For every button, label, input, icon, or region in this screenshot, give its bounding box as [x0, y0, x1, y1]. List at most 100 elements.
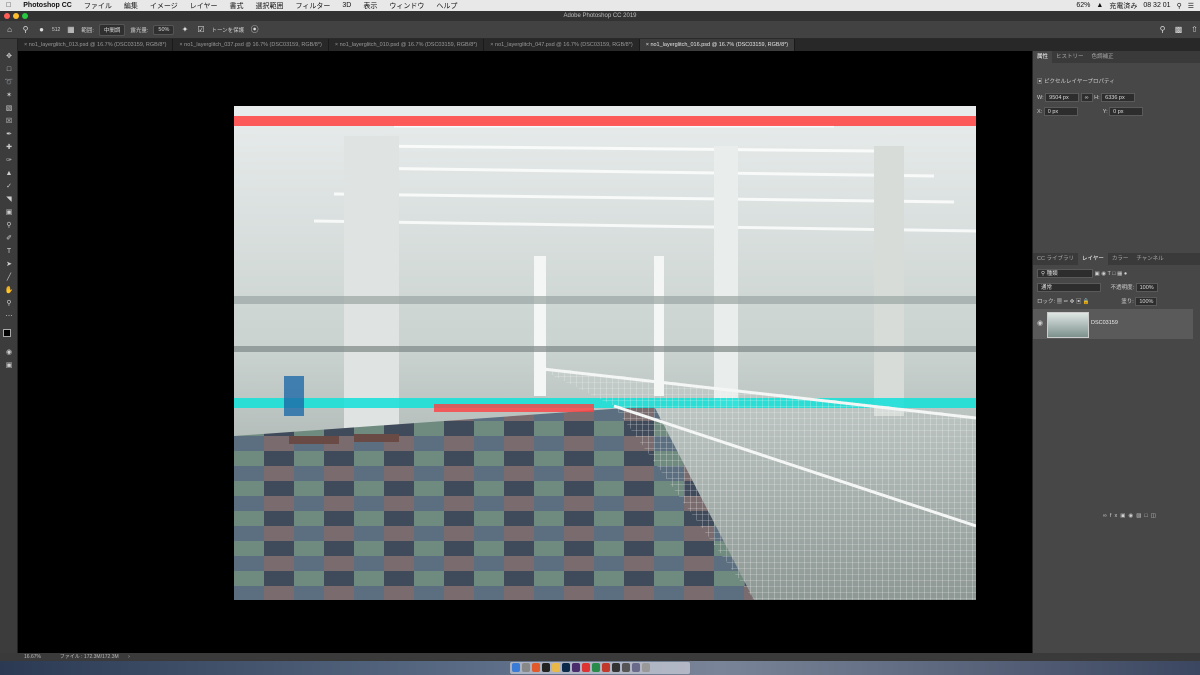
height-input[interactable]: 6336 px	[1101, 93, 1136, 102]
downloads-icon[interactable]	[632, 663, 640, 672]
line-tool-icon[interactable]: ╱	[3, 272, 15, 283]
document-image[interactable]	[234, 106, 976, 600]
history-brush-tool-icon[interactable]: ✓	[3, 181, 15, 192]
screen-mode-icon[interactable]: ▣	[3, 360, 15, 371]
tab-color[interactable]: カラー	[1108, 253, 1133, 265]
doc-tab[interactable]: × no1_layerglitch_013.psd @ 16.7% (DSC03…	[18, 39, 174, 51]
music-icon[interactable]	[582, 663, 590, 672]
notes-icon[interactable]	[552, 663, 560, 672]
doc-tab[interactable]: × no1_layerglitch_047.psd @ 16.7% (DSC03…	[484, 39, 640, 51]
app-icon[interactable]	[622, 663, 630, 672]
status-arrow-icon[interactable]: ›	[128, 654, 130, 660]
doc-tab[interactable]: × no1_layerglitch_010.psd @ 16.7% (DSC03…	[329, 39, 485, 51]
eyedropper-tool-icon[interactable]: ✒	[3, 129, 15, 140]
apple-icon[interactable]: 	[0, 2, 17, 9]
marquee-tool-icon[interactable]: □	[3, 64, 15, 75]
lock-icons[interactable]: ▦ ✑ ✥ ▣ 🔒	[1057, 299, 1090, 305]
more-tools-icon[interactable]: ⋯	[3, 311, 15, 322]
menu-select[interactable]: 選択範囲	[250, 1, 290, 11]
link-layers-icon[interactable]: ∞	[1103, 513, 1110, 519]
brush-tool-icon[interactable]: ✑	[3, 155, 15, 166]
menu-app-name[interactable]: Photoshop CC	[17, 2, 78, 9]
dodge-tool-icon[interactable]: ⚲	[20, 24, 31, 35]
firefox-icon[interactable]	[532, 663, 540, 672]
trash-icon[interactable]: ◫	[1151, 513, 1159, 519]
layer-filter-select[interactable]: ⚲ 種類	[1037, 269, 1093, 278]
minimize-window-button[interactable]	[13, 13, 19, 19]
pen-tool-icon[interactable]: ✐	[3, 233, 15, 244]
eraser-tool-icon[interactable]: ◥	[3, 194, 15, 205]
canvas-area[interactable]	[18, 51, 1032, 653]
doc-tab-active[interactable]: × no1_layerglitch_016.psd @ 16.7% (DSC03…	[639, 39, 796, 51]
dodge-tool-icon[interactable]: ⚲	[3, 220, 15, 231]
home-icon[interactable]: ⌂	[4, 24, 15, 35]
menu-3d[interactable]: 3D	[336, 2, 357, 9]
healing-tool-icon[interactable]: ✚	[3, 142, 15, 153]
protect-tones-checkbox[interactable]: ☑	[195, 24, 206, 35]
menu-view[interactable]: 表示	[357, 1, 383, 11]
app-icon[interactable]	[612, 663, 620, 672]
finder-icon[interactable]	[512, 663, 520, 672]
pressure-icon[interactable]: ⦿	[249, 24, 260, 35]
brush-preset-icon[interactable]: ●	[36, 24, 47, 35]
fill-input[interactable]: 100%	[1135, 297, 1158, 306]
menu-list-icon[interactable]: ☰	[1188, 2, 1194, 10]
premiere-icon[interactable]	[572, 663, 580, 672]
stamp-tool-icon[interactable]: ▲	[3, 168, 15, 179]
menu-image[interactable]: イメージ	[144, 1, 184, 11]
menu-layer[interactable]: レイヤー	[184, 1, 224, 11]
lasso-tool-icon[interactable]: ➰	[3, 77, 15, 88]
exposure-input[interactable]: 50%	[153, 24, 175, 35]
photoshop-icon[interactable]	[562, 663, 570, 672]
launchpad-icon[interactable]	[522, 663, 530, 672]
range-select[interactable]: 中間調	[98, 23, 126, 36]
tab-adjustments[interactable]: 色調補正	[1088, 51, 1118, 63]
terminal-icon[interactable]	[542, 663, 550, 672]
frame-tool-icon[interactable]: ☒	[3, 116, 15, 127]
tab-layers[interactable]: レイヤー	[1077, 253, 1108, 265]
tab-properties[interactable]: 属性	[1033, 51, 1053, 63]
menu-window[interactable]: ウィンドウ	[383, 1, 430, 11]
zoom-level[interactable]: 16.67%	[24, 654, 41, 660]
brush-panel-icon[interactable]: ▦	[65, 24, 76, 35]
type-tool-icon[interactable]: T	[3, 246, 15, 257]
opacity-input[interactable]: 100%	[1135, 283, 1158, 292]
zoom-window-button[interactable]	[22, 13, 28, 19]
app-icon[interactable]	[602, 663, 610, 672]
move-tool-icon[interactable]: ✥	[3, 51, 15, 62]
layer-name[interactable]: DSC03159	[1091, 320, 1118, 326]
x-input[interactable]: 0 px	[1043, 107, 1078, 116]
messages-icon[interactable]	[592, 663, 600, 672]
clock[interactable]: 08 32 01	[1143, 2, 1170, 9]
close-window-button[interactable]	[4, 13, 10, 19]
menu-file[interactable]: ファイル	[78, 1, 118, 11]
gradient-tool-icon[interactable]: ▣	[3, 207, 15, 218]
crop-tool-icon[interactable]: ▧	[3, 103, 15, 114]
menu-help[interactable]: ヘルプ	[430, 1, 463, 11]
tab-channels[interactable]: チャンネル	[1132, 253, 1167, 265]
width-input[interactable]: 9504 px	[1045, 93, 1080, 102]
layer-actions[interactable]: ∞fx▣◉▧□◫	[1103, 513, 1159, 519]
doc-tab[interactable]: × no1_layerglitch_037.psd @ 16.7% (DSC03…	[173, 39, 329, 51]
zoom-tool-icon[interactable]: ⚲	[3, 298, 15, 309]
trash-icon[interactable]	[642, 663, 650, 672]
tab-cc-libraries[interactable]: CC ライブラリ	[1033, 253, 1078, 265]
filter-icons[interactable]: ▣ ◉ T □ ▦ ●	[1095, 271, 1128, 277]
tab-history[interactable]: ヒストリー	[1052, 51, 1088, 63]
layer-row[interactable]: ◉ DSC03159	[1033, 309, 1193, 339]
search-icon[interactable]: ⚲	[1157, 24, 1168, 35]
menu-filter[interactable]: フィルター	[290, 1, 337, 11]
share-icon[interactable]: ⇧	[1189, 24, 1200, 35]
y-input[interactable]: 0 px	[1109, 107, 1144, 116]
link-icon[interactable]: ∞	[1080, 93, 1093, 102]
workspace-icon[interactable]: ▩	[1173, 24, 1184, 35]
eye-icon[interactable]: ◉	[1037, 319, 1043, 327]
airbrush-icon[interactable]: ✦	[179, 24, 190, 35]
fx-icon[interactable]: fx	[1110, 513, 1120, 519]
foreground-color-swatch[interactable]	[3, 329, 11, 337]
hand-tool-icon[interactable]: ✋	[3, 285, 15, 296]
quick-select-tool-icon[interactable]: ✶	[3, 90, 15, 101]
blend-mode-select[interactable]: 通常	[1037, 283, 1101, 292]
wifi-icon[interactable]: ▲	[1096, 2, 1103, 9]
path-select-tool-icon[interactable]: ➤	[3, 259, 15, 270]
